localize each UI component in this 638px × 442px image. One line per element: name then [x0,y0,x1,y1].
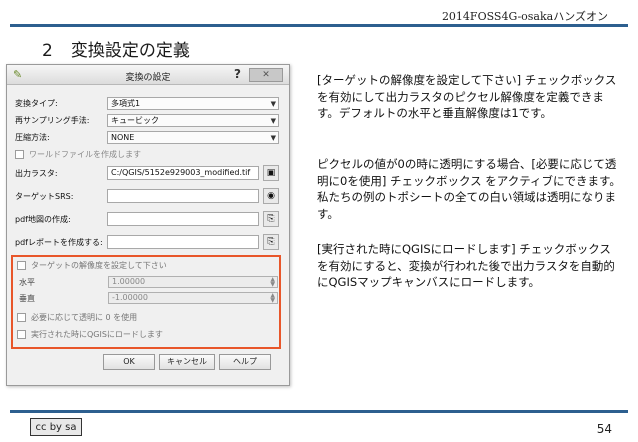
target-srs-row: ターゲットSRS: ◉ [15,188,279,204]
compression-select[interactable]: NONE ▼ [107,130,279,144]
bottom-divider [10,410,628,413]
load-in-qgis-checkbox[interactable] [17,330,26,339]
load-in-qgis-label: 実行された時にQGISにロードします [31,330,163,339]
pdf-map-field[interactable] [107,212,259,226]
slide-title: 2 変換設定の定義 [42,36,190,61]
transform-type-label: 変換タイプ: [15,98,58,108]
load-in-qgis-row: 実行された時にQGISにロードします [17,329,163,340]
transform-type-row: 変換タイプ: 多項式1 ▼ [15,96,279,110]
resampling-label: 再サンプリング手法: [15,115,90,125]
globe-icon: ◉ [267,191,275,201]
set-resolution-checkbox[interactable] [17,261,26,270]
resampling-row: 再サンプリング手法: キュービック ▼ [15,113,279,127]
body-paragraph-3: [実行された時にQGISにロードします] チェックボックスを有効にすると、変換が… [317,242,615,290]
section-number: 2 [42,41,53,61]
resampling-select[interactable]: キュービック ▼ [107,113,279,127]
output-raster-row: 出力ラスタ: C:/QGIS/5152e929003_modified.tif … [15,165,279,181]
resampling-value: キュービック [111,115,159,125]
target-srs-field[interactable] [107,189,259,203]
pdf-map-label: pdf地図の作成: [15,214,71,224]
set-resolution-label: ターゲットの解像度を設定して下さい [31,261,167,270]
pdf-map-button[interactable]: ⎘ [263,211,279,227]
close-button[interactable]: ✕ [249,68,283,82]
pdf-map-row: pdf地図の作成: ⎘ [15,211,279,227]
vertical-label: 垂直 [19,294,35,303]
compression-value: NONE [111,132,135,142]
world-file-checkbox[interactable] [15,150,24,159]
transform-settings-dialog: ✎ 変換の設定 ? ✕ 変換タイプ: 多項式1 ▼ 再サンプリング手法: キュー… [6,64,290,386]
transform-type-select[interactable]: 多項式1 ▼ [107,96,279,110]
vertical-resolution-spinbox[interactable]: -1.00000 ▲ ▼ [108,292,278,304]
body-paragraph-2: ピクセルの値が0の時に透明にする場合、[必要に応じて透明に0を使用] チェックボ… [317,157,621,221]
world-file-row: ワールドファイルを作成します [15,149,141,160]
ok-button[interactable]: OK [103,354,155,370]
folder-icon: ▣ [266,168,276,178]
spin-arrows-icon: ▲ ▼ [270,292,275,304]
chevron-down-icon: ▼ [270,133,276,142]
output-raster-label: 出力ラスタ: [15,168,58,178]
creative-commons-badge: cc by sa [30,418,82,436]
top-divider [10,24,628,27]
event-header: 2014FOSS4G-osakaハンズオン [441,10,608,23]
pdf-icon: ⎘ [267,214,275,224]
section-title: 変換設定の定義 [70,41,190,61]
compression-row: 圧縮方法: NONE ▼ [15,130,279,144]
transform-type-value: 多項式1 [111,98,141,108]
pdf-report-field[interactable] [107,235,259,249]
chevron-down-icon: ▼ [270,99,276,108]
vertical-value: -1.00000 [112,293,148,302]
help-button[interactable]: ヘルプ [219,354,271,370]
browse-folder-button[interactable]: ▣ [263,165,279,181]
license-badge-text: cc by sa [35,421,77,433]
world-file-label: ワールドファイルを作成します [29,150,141,159]
horizontal-resolution-spinbox[interactable]: 1.00000 ▲ ▼ [108,276,278,288]
set-resolution-row: ターゲットの解像度を設定して下さい [17,260,167,271]
horizontal-label: 水平 [19,278,35,287]
page-number: 54 [596,422,612,436]
body-paragraph-1: [ターゲットの解像度を設定して下さい] チェックボックスを有効にして出力ラスタの… [317,73,617,121]
pdf-report-row: pdfレポートを作成する: ⎘ [15,234,279,250]
use-transparent-checkbox[interactable] [17,313,26,322]
target-srs-label: ターゲットSRS: [15,191,74,201]
help-icon[interactable]: ? [234,67,241,81]
compression-label: 圧縮方法: [15,132,50,142]
cancel-button[interactable]: キャンセル [159,354,215,370]
horizontal-value: 1.00000 [112,277,146,286]
output-raster-field[interactable]: C:/QGIS/5152e929003_modified.tif [107,166,259,180]
pdf-report-label: pdfレポートを作成する: [15,237,103,247]
resolution-options-highlight: ターゲットの解像度を設定して下さい 水平 1.00000 ▲ ▼ 垂直 -1.00… [11,255,281,349]
spin-arrows-icon: ▲ ▼ [270,276,275,288]
chevron-down-icon: ▼ [270,116,276,125]
use-transparent-row: 必要に応じて透明に 0 を使用 [17,312,137,323]
select-crs-button[interactable]: ◉ [263,188,279,204]
pdf-icon: ⎘ [267,237,275,247]
use-transparent-label: 必要に応じて透明に 0 を使用 [31,313,138,322]
pdf-report-button[interactable]: ⎘ [263,234,279,250]
dialog-title: 変換の設定 [125,73,171,83]
dialog-titlebar[interactable]: ✎ 変換の設定 ? ✕ [7,65,289,85]
